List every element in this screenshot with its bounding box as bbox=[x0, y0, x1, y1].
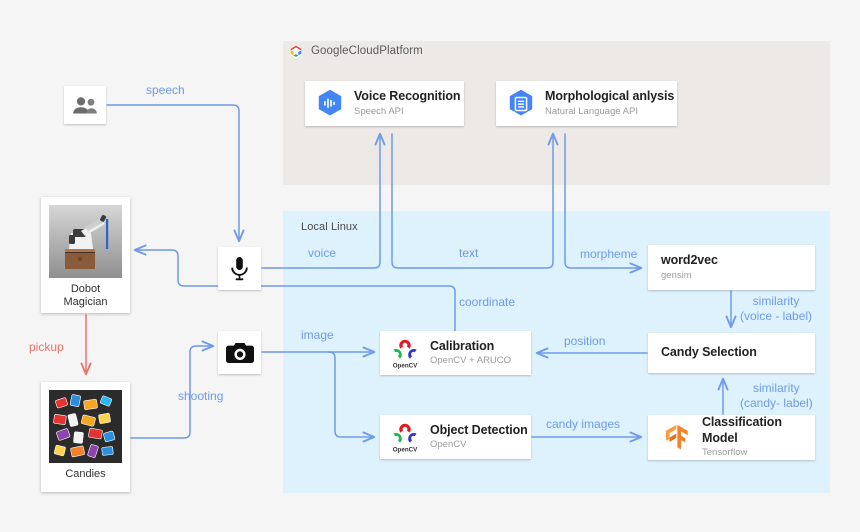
local-linux-region-label: Local Linux bbox=[301, 221, 358, 233]
edge-label-voice: voice bbox=[308, 246, 337, 260]
edge-label-coordinate: coordinate bbox=[459, 295, 516, 309]
word2vec-subtitle: gensim bbox=[661, 269, 692, 281]
edge-label-text: text bbox=[459, 246, 479, 260]
calibration-subtitle: OpenCV + ARUCO bbox=[430, 355, 512, 367]
edge-label-candy-images: candy images bbox=[546, 417, 621, 431]
classification-subtitle: Tensorflow bbox=[702, 447, 748, 459]
candy-selection-node[interactable]: Candy Selection bbox=[648, 333, 815, 373]
calibration-node[interactable]: OpenCV Calibration OpenCV + ARUCO bbox=[380, 331, 531, 375]
svg-text:OpenCV: OpenCV bbox=[393, 447, 418, 453]
voice-recognition-title: Voice Recognition bbox=[354, 89, 461, 104]
svg-text:OpenCV: OpenCV bbox=[393, 363, 418, 369]
dobot-caption: Dobot Magician bbox=[63, 283, 107, 308]
edge-label-image: image bbox=[301, 328, 334, 342]
microphone-icon bbox=[231, 256, 248, 280]
microphone-node[interactable] bbox=[218, 247, 261, 290]
candies-caption: Candies bbox=[65, 468, 106, 480]
candies-node[interactable]: Candies bbox=[41, 382, 130, 492]
robot-arm-photo bbox=[49, 205, 122, 278]
opencv-logo-icon: OpenCV bbox=[393, 423, 418, 453]
gcp-region-label: GoogleCloudPlatform bbox=[311, 45, 423, 57]
edge-label-similarity-candy: similarity (candy- label) bbox=[740, 381, 813, 410]
user-node[interactable] bbox=[64, 86, 106, 124]
candies-photo bbox=[49, 390, 122, 463]
edge-label-shooting: shooting bbox=[178, 389, 224, 403]
classification-title: Classification Model bbox=[702, 415, 782, 445]
calibration-title: Calibration bbox=[430, 338, 495, 353]
morphological-title: Morphological anlysis bbox=[545, 89, 675, 104]
edge-label-morpheme: morpheme bbox=[580, 247, 638, 261]
google-cloud-platform-logo-icon bbox=[290, 45, 302, 59]
tensorflow-logo-icon bbox=[665, 424, 688, 449]
edge-label-similarity-voice: similarity (voice - label) bbox=[740, 294, 813, 323]
object-detection-title: Object Detection bbox=[430, 422, 528, 437]
object-detection-subtitle: OpenCV bbox=[430, 439, 467, 451]
voice-recognition-node[interactable]: Voice Recognition Speech API bbox=[305, 81, 464, 126]
morphological-subtitle: Natural Language API bbox=[545, 105, 638, 117]
classification-model-node[interactable]: Classification Model Tensorflow bbox=[648, 415, 815, 460]
edge-label-speech: speech bbox=[146, 83, 185, 97]
google-natural-language-api-icon bbox=[509, 89, 533, 116]
word2vec-node[interactable]: word2vec gensim bbox=[648, 245, 815, 290]
google-speech-api-icon bbox=[318, 89, 342, 116]
object-detection-node[interactable]: OpenCV Object Detection OpenCV bbox=[380, 415, 531, 459]
edge-label-position: position bbox=[564, 334, 606, 348]
morphological-analysis-node[interactable]: Morphological anlysis Natural Language A… bbox=[496, 81, 677, 126]
candy-selection-title: Candy Selection bbox=[661, 345, 757, 360]
word2vec-title: word2vec bbox=[661, 253, 718, 268]
diagram-canvas: GoogleCloudPlatform Local Linux speech v… bbox=[0, 0, 860, 532]
camera-node[interactable] bbox=[218, 331, 261, 374]
camera-icon bbox=[225, 342, 254, 363]
dobot-caption-line1: Dobot bbox=[70, 283, 101, 295]
edge-label-pickup: pickup bbox=[29, 340, 64, 354]
dobot-magician-node[interactable]: Dobot Magician bbox=[41, 197, 130, 313]
voice-recognition-subtitle: Speech API bbox=[354, 105, 404, 117]
users-icon bbox=[73, 96, 97, 113]
opencv-logo-icon: OpenCV bbox=[393, 339, 418, 369]
dobot-caption-line2: Magician bbox=[63, 295, 108, 308]
